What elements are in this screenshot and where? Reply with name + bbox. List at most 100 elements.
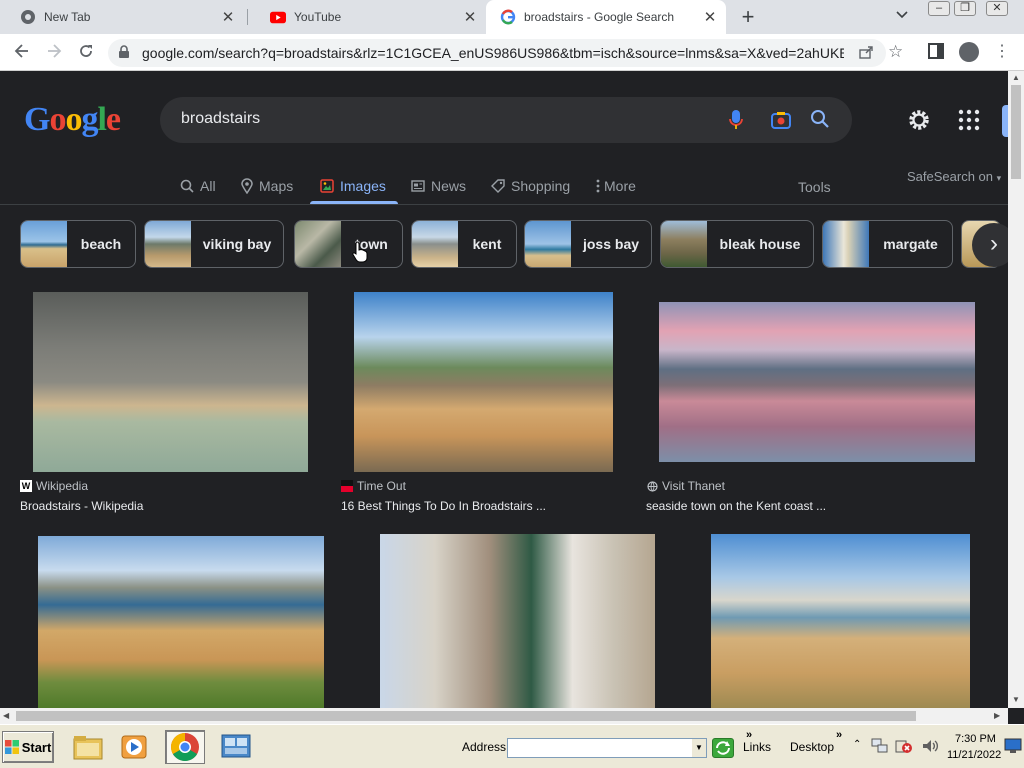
bookmark-star-icon[interactable]: ☆ (888, 42, 903, 62)
tab-search-chevron-icon[interactable] (896, 8, 908, 22)
tools-button[interactable]: Tools (798, 179, 831, 195)
chip-thumbnail (145, 221, 191, 267)
close-tab-icon[interactable]: ✕ (218, 8, 238, 26)
chip-label: kent (472, 236, 502, 252)
clock-date[interactable]: 11/21/2022 (947, 749, 1001, 761)
result-source[interactable]: W Wikipedia (20, 479, 88, 493)
tab-google-search[interactable]: broadstairs - Google Search ✕ (486, 0, 726, 34)
result-image[interactable] (380, 534, 655, 708)
media-player-icon[interactable] (114, 730, 154, 764)
chip-margate[interactable]: margate (822, 220, 953, 268)
result-image[interactable] (659, 302, 975, 462)
chip-label: viking bay (202, 236, 272, 252)
scroll-left-arrow-icon[interactable]: ◀ (3, 711, 9, 720)
tab-label: More (604, 178, 636, 194)
go-button[interactable] (712, 738, 734, 758)
system-tray: ⌃ 7:30 PM 11/21/2022 (851, 729, 1024, 765)
caret-down-icon: ▾ (996, 173, 1002, 183)
forward-button[interactable] (42, 41, 66, 65)
chrome-icon (20, 9, 36, 25)
chrome-taskbar-icon[interactable] (165, 730, 205, 764)
scroll-down-arrow-icon[interactable]: ▼ (1012, 695, 1020, 704)
search-input[interactable]: broadstairs (181, 110, 260, 128)
timeout-icon (341, 480, 353, 492)
result-image[interactable] (711, 534, 970, 708)
gear-icon[interactable] (906, 107, 932, 138)
result-image[interactable] (33, 292, 308, 472)
tab-all[interactable]: All (180, 169, 216, 203)
profile-avatar[interactable] (959, 42, 979, 62)
chip-bleak-house[interactable]: bleak house (660, 220, 814, 268)
reload-button[interactable] (74, 41, 98, 65)
clock-time[interactable]: 7:30 PM (955, 733, 996, 745)
microphone-icon[interactable] (728, 109, 744, 136)
tab-youtube[interactable]: YouTube ✕ (250, 0, 486, 34)
tab-more[interactable]: More (596, 169, 636, 203)
search-icon[interactable] (810, 109, 830, 134)
source-name: Visit Thanet (662, 479, 725, 493)
source-name: Wikipedia (36, 479, 89, 493)
chip-beach[interactable]: beach (20, 220, 136, 268)
chip-kent[interactable]: kent (411, 220, 517, 268)
tab-label: Maps (259, 178, 294, 194)
start-button[interactable]: Start (2, 731, 54, 763)
result-source[interactable]: Visit Thanet (646, 479, 725, 493)
lock-icon[interactable] (118, 45, 130, 64)
file-explorer-icon[interactable] (68, 730, 108, 764)
minimize-button[interactable]: – (928, 1, 950, 16)
divider (0, 204, 1008, 205)
side-panel-icon[interactable] (928, 43, 944, 59)
tab-label: News (431, 178, 467, 194)
chip-label: bleak house (719, 236, 801, 252)
tab-news[interactable]: News (411, 169, 466, 203)
tab-shopping[interactable]: Shopping (491, 169, 570, 203)
apps-grid-icon[interactable] (958, 109, 980, 136)
tab-new-tab[interactable]: New Tab ✕ (0, 0, 244, 34)
dropdown-arrow-icon[interactable]: ▼ (692, 739, 706, 757)
share-icon[interactable] (858, 44, 874, 64)
result-title[interactable]: seaside town on the Kent coast ... (646, 499, 826, 513)
restore-button[interactable]: ❐ (954, 1, 976, 16)
chip-town[interactable]: town (294, 220, 403, 268)
tab-maps[interactable]: Maps (241, 169, 293, 203)
network-app-icon[interactable] (216, 730, 256, 764)
scroll-right-arrow-icon[interactable]: ▶ (994, 711, 1000, 720)
scroll-up-arrow-icon[interactable]: ▲ (1012, 73, 1020, 82)
desktop-toolbar[interactable]: Desktop (790, 740, 834, 754)
google-logo[interactable]: Google (24, 101, 121, 139)
scrollbar-thumb[interactable] (16, 711, 916, 721)
chevron-right-icon[interactable]: › (972, 223, 1008, 267)
camera-lens-icon[interactable] (770, 109, 792, 136)
network-icon[interactable] (871, 738, 889, 759)
youtube-icon (270, 9, 286, 25)
result-image[interactable] (354, 292, 613, 472)
monitor-icon[interactable] (1004, 738, 1022, 759)
back-button[interactable] (10, 41, 34, 65)
search-box[interactable]: broadstairs (160, 97, 852, 143)
links-toolbar[interactable]: Links (743, 740, 771, 754)
chevron-double-icon[interactable]: » (836, 729, 842, 741)
horizontal-scrollbar[interactable]: ◀ ▶ (0, 708, 1008, 724)
security-alert-icon[interactable] (895, 738, 913, 759)
address-field[interactable] (507, 738, 707, 758)
scrollbar-thumb[interactable] (1011, 85, 1021, 179)
result-source[interactable]: Time Out (341, 479, 406, 493)
url-text[interactable]: google.com/search?q=broadstairs&rlz=1C1G… (142, 45, 844, 61)
result-title[interactable]: Broadstairs - Wikipedia (20, 499, 143, 513)
new-tab-button[interactable]: + (736, 5, 760, 29)
close-tab-icon[interactable]: ✕ (700, 8, 720, 26)
close-tab-icon[interactable]: ✕ (460, 8, 480, 26)
browser-menu-icon[interactable]: ⋮ (994, 41, 1010, 61)
address-bar[interactable]: google.com/search?q=broadstairs&rlz=1C1G… (108, 39, 903, 67)
close-window-button[interactable]: ✕ (986, 1, 1008, 16)
chip-joss-bay[interactable]: joss bay (524, 220, 652, 268)
tab-images[interactable]: Images (320, 169, 386, 203)
tray-expand-icon[interactable]: ⌃ (853, 739, 861, 750)
vertical-scrollbar[interactable]: ▲ ▼ (1008, 71, 1024, 708)
safesearch-toggle[interactable]: SafeSearch on ▾ (907, 169, 1001, 184)
chip-viking-bay[interactable]: viking bay (144, 220, 284, 268)
volume-icon[interactable] (921, 737, 939, 760)
chip-label: town (355, 236, 388, 252)
result-image[interactable] (38, 536, 324, 708)
result-title[interactable]: 16 Best Things To Do In Broadstairs ... (341, 499, 546, 513)
